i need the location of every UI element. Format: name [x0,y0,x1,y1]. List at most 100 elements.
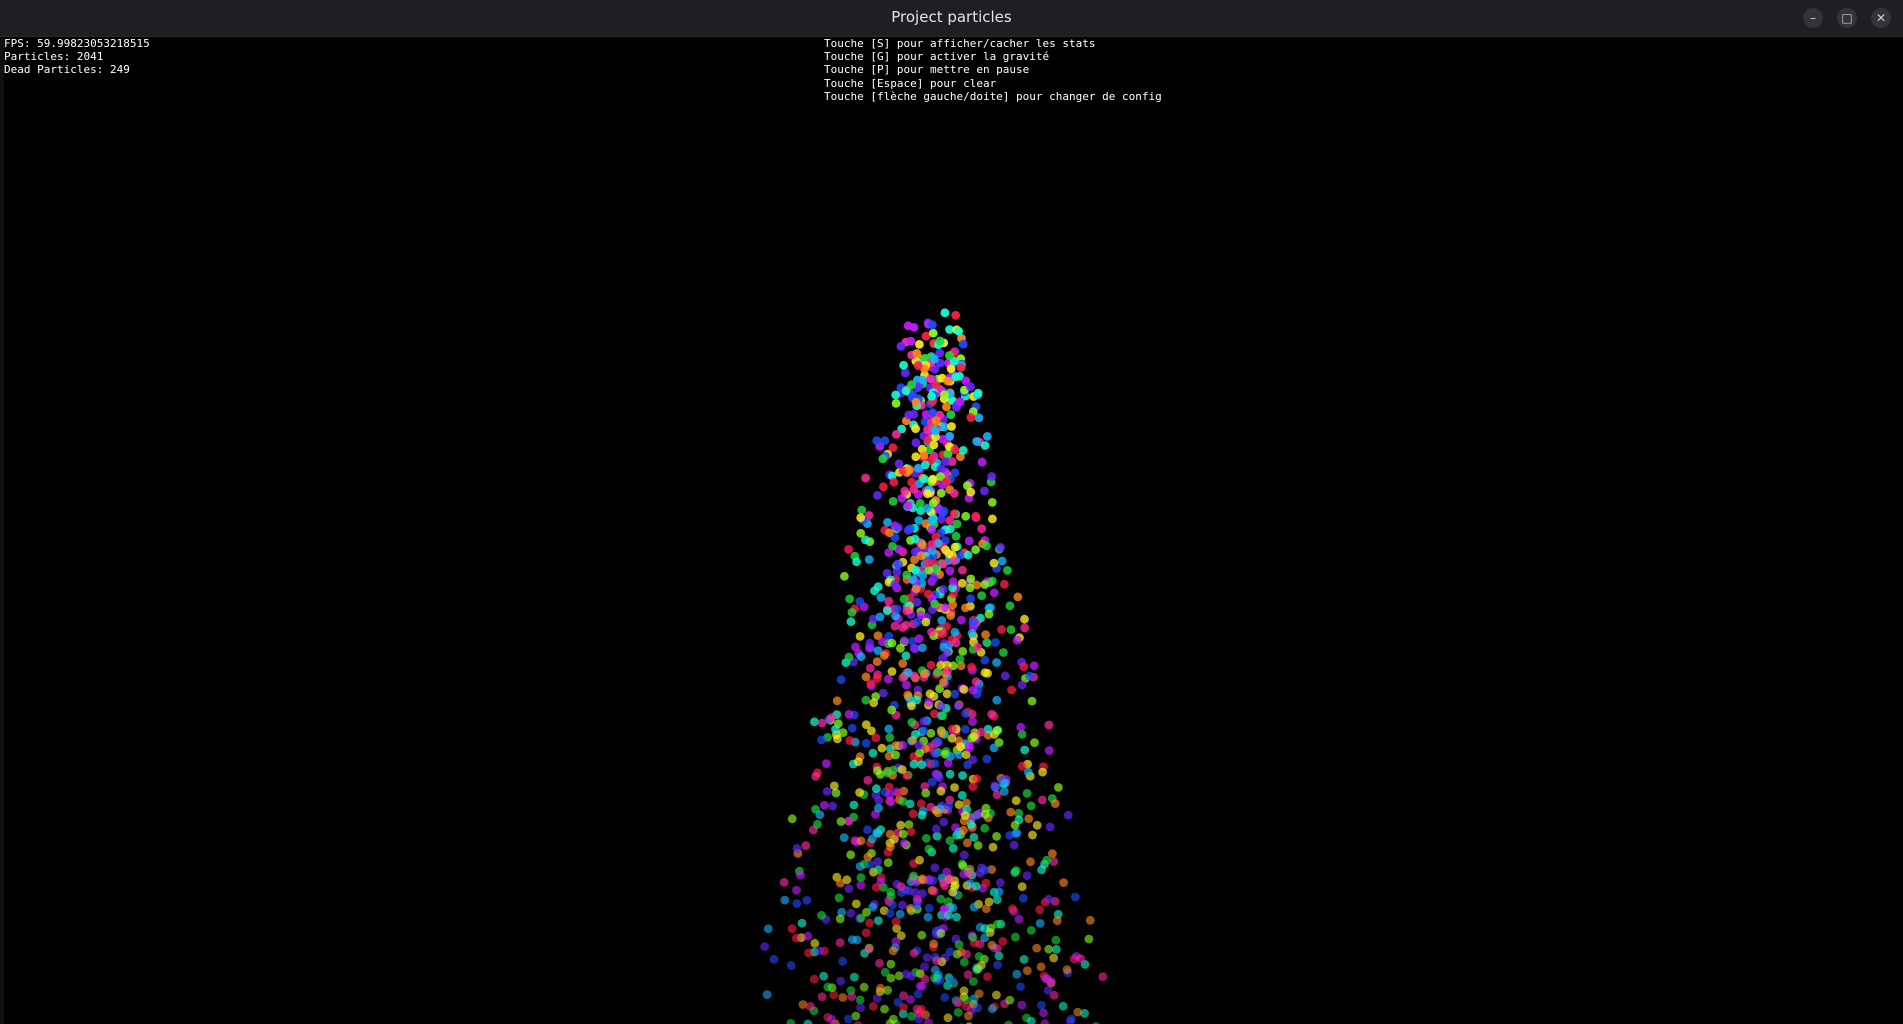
particle [912,901,922,911]
particle [973,388,983,398]
particle [966,487,976,497]
particle [875,958,884,968]
particle [855,632,865,641]
particle [994,951,1004,961]
fps-readout: FPS: 59.99823053218515 [4,37,150,50]
particle [906,827,916,836]
particle [965,879,975,889]
particle [889,1014,898,1024]
particle [961,724,970,734]
particle [867,834,877,844]
particle [878,454,888,464]
minimize-button[interactable]: – [1803,8,1823,28]
particle [787,814,797,824]
particle [936,928,946,938]
particle [977,524,987,534]
particle [927,627,936,637]
particle [989,588,999,598]
particle [851,899,861,909]
particle [822,787,832,796]
particle [921,788,931,798]
particle [1011,796,1021,805]
particle [968,685,978,695]
particle [811,804,820,814]
particle [805,1002,815,1011]
particle [958,339,968,349]
particle [930,354,939,364]
particle [888,443,898,453]
particle [886,887,895,897]
maximize-button[interactable]: □ [1837,8,1857,28]
particle [1000,579,1009,589]
particle [897,765,907,774]
particle [933,808,943,818]
particle [873,857,883,866]
particle [953,998,963,1007]
particle [898,797,908,806]
particle [861,928,871,938]
particle [863,775,873,785]
particle [969,833,979,842]
particle [891,390,901,400]
particle [1022,966,1032,976]
particle [922,504,932,513]
particle [1011,866,1021,875]
particle [933,737,942,746]
particle [836,976,845,986]
particle [999,648,1008,657]
particle [948,600,958,610]
particle [1005,995,1015,1005]
particle [899,360,908,370]
particle [950,445,960,455]
particle [815,946,825,956]
particle [906,995,915,1004]
particle [945,836,955,846]
particle [942,477,952,486]
particle [958,446,968,455]
particle [859,982,869,992]
particle [817,718,827,728]
particle [980,580,990,589]
particle [827,1014,836,1024]
particle [940,308,950,318]
particle [899,838,909,848]
particle [946,751,955,761]
particle [1022,789,1032,798]
close-button[interactable]: ✕ [1871,8,1891,28]
particle [1044,746,1054,755]
particle [923,912,933,922]
particle [992,832,1001,841]
particle [972,437,981,446]
particle [891,937,901,946]
particle [1004,1020,1013,1024]
particle [910,888,920,897]
particle [950,627,960,637]
particle [969,902,979,912]
particle [1040,1019,1050,1024]
particle [887,638,897,648]
particle [849,972,859,982]
particle [1007,685,1016,695]
particle [1036,962,1046,972]
particle [1006,807,1016,817]
particle [887,667,897,676]
particle [913,361,923,370]
help-line-config: Touche [flèche gauche/doite] pour change… [824,89,1162,103]
help-line-pause: Touche [P] pour mettre en pause [824,63,1030,77]
particle [1044,944,1054,954]
window-titlebar[interactable]: Project particles – □ ✕ [0,0,1903,37]
particle [953,1008,963,1017]
particle [855,995,865,1005]
particle [861,695,871,705]
particle [835,914,845,924]
particle [949,489,959,498]
particle [909,644,919,653]
particle [845,736,855,745]
particle [967,733,977,743]
particle [942,689,952,699]
particle [872,784,881,794]
particle [898,900,907,910]
particle [817,910,826,920]
particle [792,885,801,895]
particle [897,493,907,503]
